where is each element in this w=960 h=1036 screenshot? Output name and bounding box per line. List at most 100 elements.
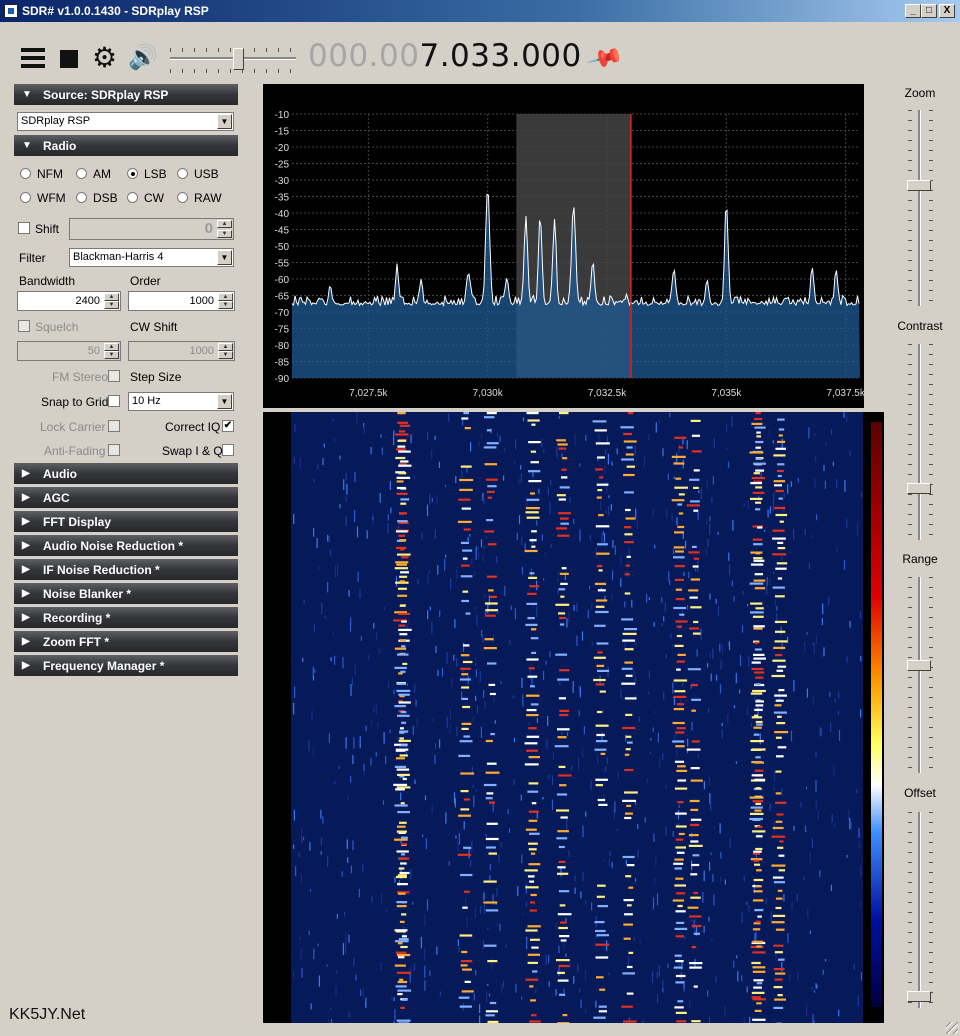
correctiq-checkbox[interactable]: ✔ bbox=[222, 420, 234, 432]
waterfall-signal bbox=[559, 669, 570, 672]
frequency-leading-digits[interactable]: 000.00 bbox=[308, 38, 419, 74]
waterfall-signal bbox=[626, 904, 632, 907]
minimize-button[interactable]: _ bbox=[905, 4, 921, 18]
spin-up-icon[interactable]: ▲ bbox=[218, 293, 233, 301]
waterfall-speckle bbox=[477, 547, 479, 550]
panel-header-frequency-manager[interactable]: ▶ Frequency Manager * bbox=[14, 655, 238, 677]
waterfall-signal bbox=[692, 545, 697, 548]
step-size-select[interactable]: 10 Hz ▼ bbox=[128, 392, 234, 411]
waterfall-signal bbox=[751, 667, 764, 671]
mode-radio-lsb[interactable] bbox=[127, 168, 138, 179]
snap-checkbox[interactable] bbox=[108, 395, 120, 407]
radio-panel-header[interactable]: ▼ Radio bbox=[14, 135, 238, 157]
bandwidth-input[interactable]: 2400 ▲ ▼ bbox=[17, 291, 121, 311]
speaker-icon[interactable]: 🔊 bbox=[128, 46, 158, 70]
mode-radio-wfm[interactable] bbox=[20, 192, 31, 203]
spin-down-icon[interactable]: ▼ bbox=[104, 351, 119, 359]
panel-header-noise-blanker[interactable]: ▶ Noise Blanker * bbox=[14, 583, 238, 605]
waterfall-speckle bbox=[663, 691, 665, 700]
spin-up-icon[interactable]: ▲ bbox=[104, 293, 119, 301]
panel-header-zoom-fft[interactable]: ▶ Zoom FFT * bbox=[14, 631, 238, 653]
waterfall-display[interactable] bbox=[263, 412, 884, 1023]
stop-icon[interactable] bbox=[60, 50, 78, 68]
spin-down-icon[interactable]: ▼ bbox=[104, 301, 119, 309]
zoom-thumb[interactable] bbox=[907, 180, 931, 192]
panel-header-audio-noise-reduction[interactable]: ▶ Audio Noise Reduction * bbox=[14, 535, 238, 557]
spin-down-icon[interactable]: ▼ bbox=[218, 301, 233, 309]
waterfall-signal bbox=[460, 964, 468, 967]
panel-header-audio[interactable]: ▶ Audio bbox=[14, 463, 238, 485]
mode-radio-am[interactable] bbox=[76, 168, 87, 179]
contrast-thumb[interactable] bbox=[907, 482, 931, 494]
chevron-down-icon[interactable]: ▼ bbox=[217, 250, 232, 265]
close-button[interactable]: X bbox=[939, 4, 955, 18]
frequency-display[interactable]: 000.007.033.000 bbox=[308, 38, 582, 74]
panel-header-agc[interactable]: ▶ AGC bbox=[14, 487, 238, 509]
volume-thumb[interactable] bbox=[233, 48, 245, 70]
squelch-input[interactable]: 50 ▲ ▼ bbox=[17, 341, 121, 361]
mode-radio-usb[interactable] bbox=[177, 168, 188, 179]
spectrum-display[interactable]: -10-15-20-25-30-35-40-45-50-55-60-65-70-… bbox=[263, 84, 864, 408]
antifading-checkbox[interactable] bbox=[108, 444, 120, 456]
waterfall-speckle bbox=[444, 485, 446, 488]
shift-checkbox[interactable] bbox=[18, 222, 30, 234]
resize-grip[interactable] bbox=[946, 1022, 958, 1034]
zoom-slider[interactable] bbox=[918, 110, 921, 306]
offset-slider[interactable] bbox=[918, 812, 921, 1008]
gear-icon[interactable]: ⚙ bbox=[92, 44, 118, 72]
range-thumb[interactable] bbox=[907, 660, 931, 672]
waterfall-signal bbox=[460, 873, 473, 877]
waterfall-speckle bbox=[522, 913, 524, 916]
shift-input[interactable]: 0 ▲ ▼ bbox=[69, 218, 234, 240]
source-panel-header[interactable]: ▼ Source: SDRplay RSP bbox=[14, 84, 238, 106]
waterfall-speckle bbox=[514, 608, 516, 620]
y-tick-label: -30 bbox=[275, 176, 290, 187]
mode-radio-dsb[interactable] bbox=[76, 192, 87, 203]
waterfall-signal bbox=[691, 698, 701, 701]
fmstereo-checkbox[interactable] bbox=[108, 370, 120, 382]
filter-select[interactable]: Blackman-Harris 4 ▼ bbox=[69, 248, 234, 267]
waterfall-speckle bbox=[724, 879, 726, 885]
spin-down-icon[interactable]: ▼ bbox=[217, 230, 232, 238]
swapiq-checkbox[interactable] bbox=[222, 444, 234, 456]
mode-radio-nfm[interactable] bbox=[20, 168, 31, 179]
order-input[interactable]: 1000 ▲ ▼ bbox=[128, 291, 235, 311]
pin-icon[interactable]: 📌 bbox=[585, 38, 625, 78]
panel-header-fft-display[interactable]: ▶ FFT Display bbox=[14, 511, 238, 533]
chevron-down-icon[interactable]: ▼ bbox=[217, 394, 232, 409]
mode-radio-raw[interactable] bbox=[177, 192, 188, 203]
waterfall-speckle bbox=[441, 667, 444, 677]
spin-up-icon[interactable]: ▲ bbox=[217, 220, 232, 228]
waterfall-speckle bbox=[612, 539, 614, 548]
waterfall-speckle bbox=[783, 493, 785, 499]
panel-header-label: Frequency Manager * bbox=[43, 659, 165, 673]
menu-icon[interactable] bbox=[20, 46, 46, 70]
waterfall-speckle bbox=[484, 593, 486, 599]
waterfall-speckle bbox=[437, 565, 439, 575]
frequency-digits[interactable]: 7.033.000 bbox=[419, 38, 581, 74]
spin-up-icon[interactable]: ▲ bbox=[104, 343, 119, 351]
contrast-slider[interactable] bbox=[918, 344, 921, 540]
waterfall-signal bbox=[529, 1020, 541, 1023]
squelch-checkbox[interactable] bbox=[18, 320, 30, 332]
maximize-button[interactable]: □ bbox=[921, 4, 937, 18]
waterfall-signal bbox=[530, 637, 539, 640]
chevron-down-icon[interactable]: ▼ bbox=[217, 114, 232, 129]
source-device-select[interactable]: SDRplay RSP ▼ bbox=[17, 112, 234, 131]
panel-header-if-noise-reduction[interactable]: ▶ IF Noise Reduction * bbox=[14, 559, 238, 581]
waterfall-signal bbox=[396, 689, 411, 692]
panel-header-recording[interactable]: ▶ Recording * bbox=[14, 607, 238, 629]
waterfall-signal bbox=[773, 711, 787, 714]
waterfall-signal bbox=[558, 697, 566, 700]
spin-down-icon[interactable]: ▼ bbox=[218, 351, 233, 359]
waterfall-speckle bbox=[815, 751, 817, 758]
waterfall-signal bbox=[398, 739, 411, 742]
mode-radio-cw[interactable] bbox=[127, 192, 138, 203]
lockcarrier-checkbox[interactable] bbox=[108, 420, 120, 432]
waterfall-speckle bbox=[603, 859, 605, 862]
offset-thumb[interactable] bbox=[907, 991, 931, 1003]
cwshift-input[interactable]: 1000 ▲ ▼ bbox=[128, 341, 235, 361]
range-label: Range bbox=[902, 552, 938, 566]
range-slider[interactable] bbox=[918, 577, 921, 773]
spin-up-icon[interactable]: ▲ bbox=[218, 343, 233, 351]
